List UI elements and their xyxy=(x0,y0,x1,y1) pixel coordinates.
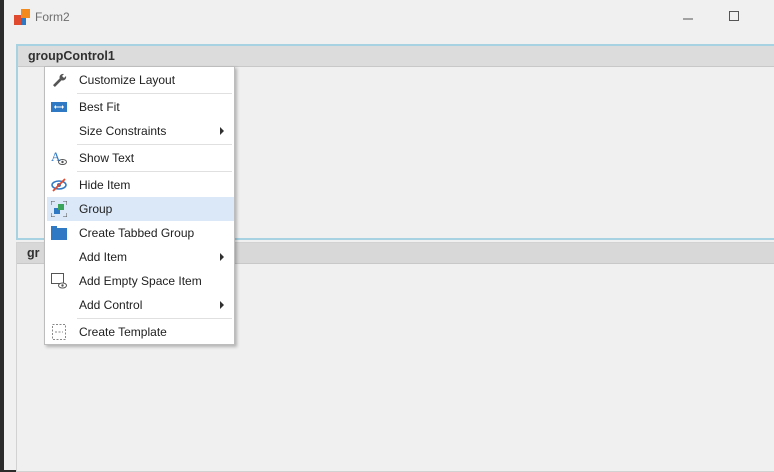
submenu-arrow-icon xyxy=(220,301,224,309)
menu-separator xyxy=(77,93,232,94)
menu-item-label: Group xyxy=(79,202,113,216)
menu-item-create-template[interactable]: Create Template xyxy=(47,320,234,344)
title-bar[interactable]: Form2 xyxy=(4,0,774,34)
group-control-1-header[interactable]: groupControl1 xyxy=(18,46,774,67)
menu-item-customize-layout[interactable]: Customize Layout xyxy=(47,68,234,92)
menu-item-label: Add Control xyxy=(79,298,143,312)
submenu-arrow-icon xyxy=(220,127,224,135)
wrench-icon xyxy=(53,73,67,87)
menu-item-label: Best Fit xyxy=(79,100,120,114)
menu-item-label: Add Item xyxy=(79,250,128,264)
menu-item-add-control[interactable]: Add Control xyxy=(47,293,234,317)
svg-text:A: A xyxy=(51,150,61,164)
menu-item-label: Create Tabbed Group xyxy=(79,226,195,240)
menu-item-hide-item[interactable]: Hide Item xyxy=(47,173,234,197)
minimize-icon xyxy=(683,18,693,20)
menu-item-label: Add Empty Space Item xyxy=(79,274,202,288)
empty-space-icon xyxy=(51,273,67,289)
menu-item-label: Hide Item xyxy=(79,178,131,192)
tabbed-group-icon xyxy=(51,226,67,240)
app-icon xyxy=(14,9,30,25)
maximize-icon xyxy=(729,11,739,21)
menu-item-group[interactable]: Group xyxy=(47,197,234,221)
submenu-arrow-icon xyxy=(220,253,224,261)
best-fit-icon xyxy=(51,102,67,112)
menu-item-create-tabbed-group[interactable]: Create Tabbed Group xyxy=(47,221,234,245)
menu-item-label: Show Text xyxy=(79,151,135,165)
minimize-button[interactable] xyxy=(677,8,699,26)
layout-context-menu: Customize Layout Best Fit Size Constrain… xyxy=(44,66,235,345)
menu-item-add-item[interactable]: Add Item xyxy=(47,245,234,269)
hide-item-icon xyxy=(51,178,67,192)
maximize-button[interactable] xyxy=(723,8,745,26)
menu-item-size-constraints[interactable]: Size Constraints xyxy=(47,119,234,143)
menu-item-show-text[interactable]: A Show Text xyxy=(47,146,234,170)
template-icon xyxy=(52,324,66,340)
window-title: Form2 xyxy=(35,10,70,24)
group-icon xyxy=(51,201,67,217)
menu-item-best-fit[interactable]: Best Fit xyxy=(47,95,234,119)
show-text-icon: A xyxy=(51,150,67,165)
menu-separator xyxy=(77,144,232,145)
menu-item-label: Customize Layout xyxy=(79,73,176,87)
menu-item-add-empty-space-item[interactable]: Add Empty Space Item xyxy=(47,269,234,293)
menu-separator xyxy=(77,171,232,172)
menu-separator xyxy=(77,318,232,319)
menu-item-label: Size Constraints xyxy=(79,124,167,138)
menu-item-label: Create Template xyxy=(79,325,167,339)
